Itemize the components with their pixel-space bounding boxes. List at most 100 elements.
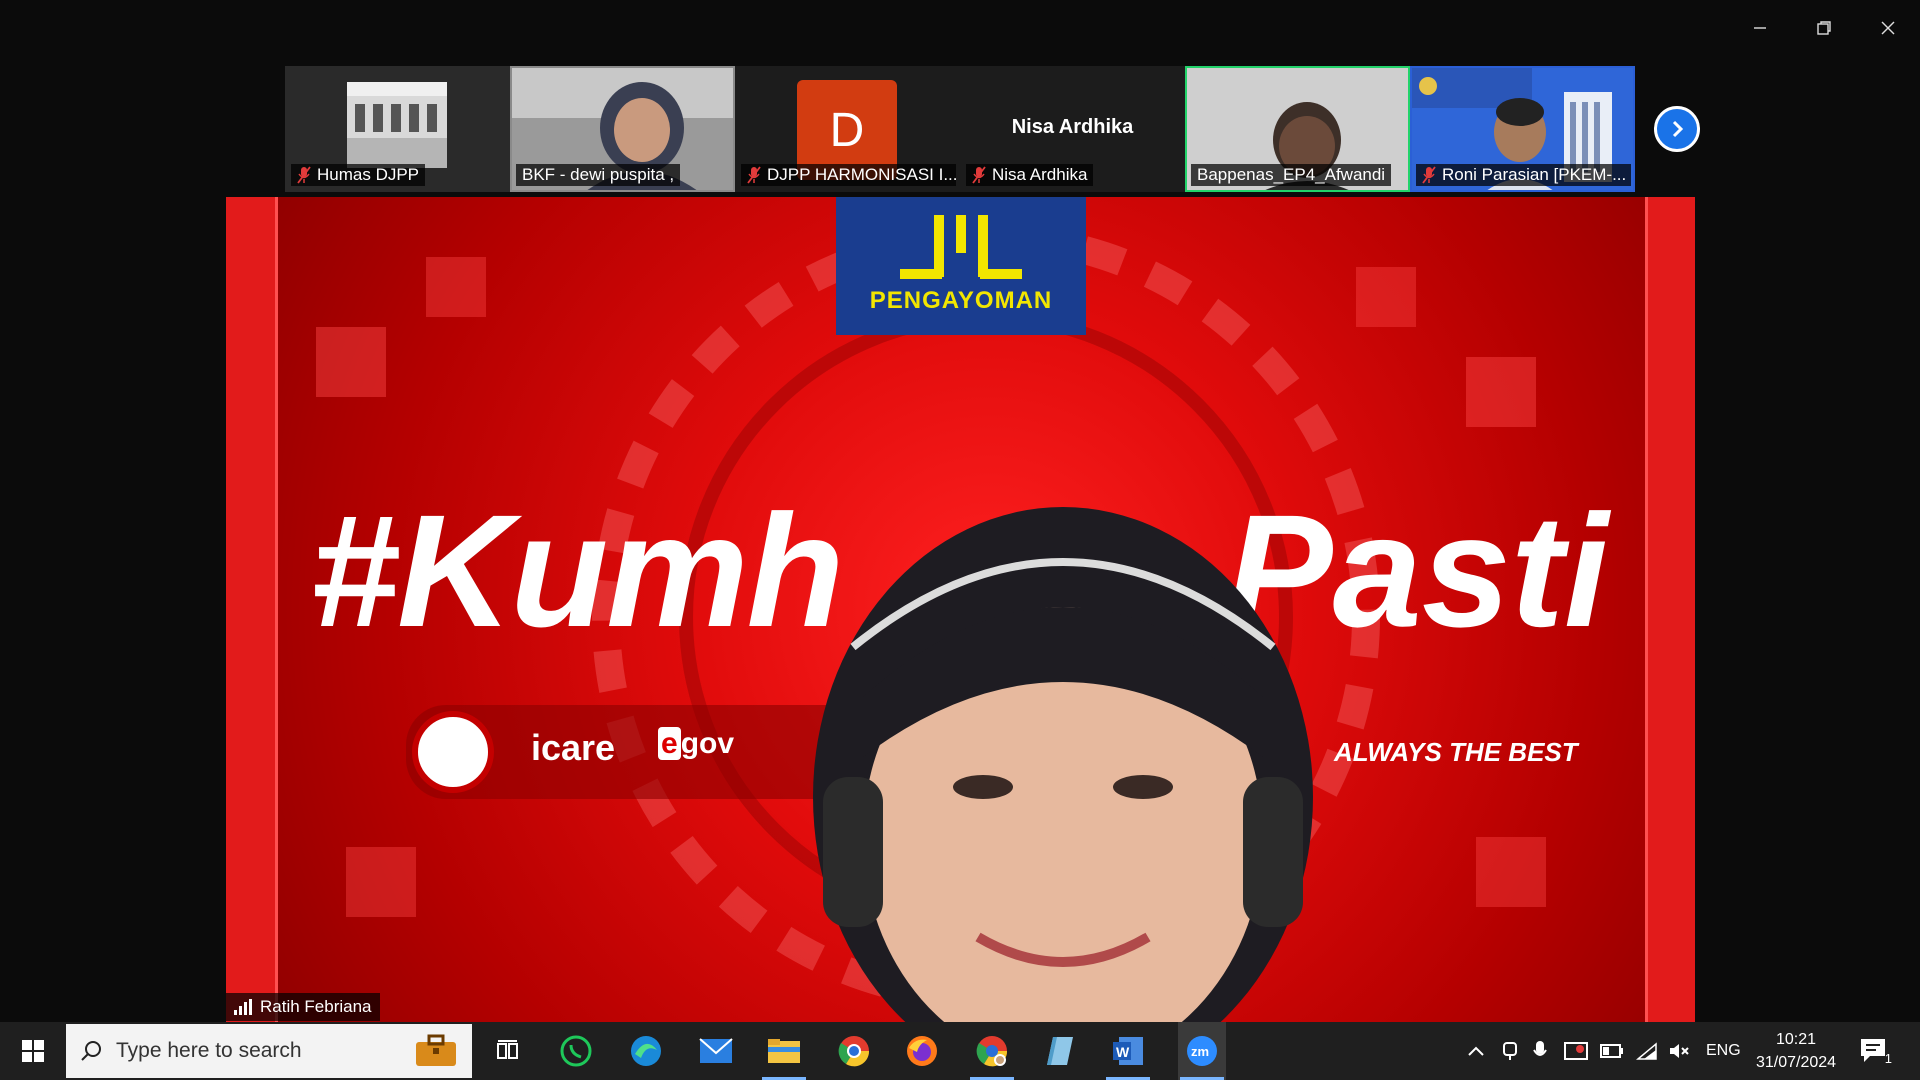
participant-tile[interactable]: D DJPP HARMONISASI I...: [735, 66, 960, 192]
tray-microphone-button[interactable]: [1532, 1022, 1548, 1080]
svg-text:W: W: [1116, 1044, 1130, 1060]
word-icon: W: [1113, 1037, 1143, 1065]
notes-app-icon: [1047, 1037, 1073, 1065]
wifi-icon: [1636, 1042, 1657, 1060]
participant-name: Bappenas_EP4_Afwandi: [1197, 165, 1386, 184]
slide-frame-left: [226, 197, 278, 1022]
mic-muted-icon: [297, 166, 311, 184]
pengayoman-logo: PENGAYOMAN: [836, 197, 1086, 335]
camera-icon: [1503, 1042, 1517, 1060]
participant-name: Roni Parasian [PKEM-...: [1442, 165, 1627, 184]
chevron-up-icon: [1468, 1046, 1484, 1056]
taskbar-clock[interactable]: 10:21 31/07/2024: [1740, 1028, 1852, 1074]
restore-button[interactable]: [1792, 10, 1856, 46]
zoom-window: Humas DJPP BKF - dewi puspita , D DJPP H…: [0, 0, 1920, 1022]
participant-label: BKF - dewi puspita ,: [516, 164, 681, 186]
speaker-person: [813, 507, 1313, 1022]
participant-name: Nisa Ardhika: [992, 165, 1088, 184]
restore-icon: [1817, 21, 1831, 35]
whatsapp-icon: [560, 1035, 592, 1067]
participant-tile[interactable]: BKF - dewi puspita ,: [510, 66, 735, 192]
battery-icon: [1600, 1044, 1623, 1058]
search-icon: [81, 1041, 101, 1061]
taskbar-app-chrome-profile[interactable]: [970, 1031, 1014, 1080]
tray-language-button[interactable]: ENG: [1706, 1022, 1741, 1080]
chrome-icon: [838, 1036, 870, 1067]
brand-egov: e gov: [658, 727, 734, 761]
taskbar-app-whatsapp[interactable]: [556, 1031, 596, 1071]
volume-muted-icon: [1670, 1044, 1689, 1058]
taskbar-app-edge[interactable]: [626, 1031, 666, 1071]
window-controls: [1728, 10, 1920, 46]
participant-tile-active-speaker[interactable]: Bappenas_EP4_Afwandi: [1185, 66, 1410, 192]
edge-icon: [631, 1036, 661, 1066]
chrome-profile-icon: [976, 1036, 1008, 1067]
speaker-name: Ratih Febriana: [260, 997, 372, 1016]
clock-date: 31/07/2024: [1755, 1054, 1837, 1071]
windows-icon: [22, 1040, 44, 1062]
main-speaker-video: PENGAYOMAN #Kumh Pasti icare e gov ALWAYS…: [226, 197, 1695, 1022]
participant-tile[interactable]: Humas DJPP: [285, 66, 510, 192]
logo-text: PENGAYOMAN: [869, 287, 1053, 314]
taskbar-app-file-explorer[interactable]: [762, 1031, 806, 1080]
participant-name: DJPP HARMONISASI I...: [767, 165, 956, 184]
task-view-icon: [497, 1040, 518, 1059]
ministry-seal-icon: [412, 711, 494, 793]
tray-meet-button[interactable]: [1564, 1022, 1588, 1080]
taskbar-app-mail[interactable]: [696, 1031, 736, 1071]
taskbar-app-word[interactable]: W: [1106, 1031, 1150, 1080]
participant-tile[interactable]: Nisa Ardhika Nisa Ardhika: [960, 66, 1185, 192]
participant-name: Humas DJPP: [317, 165, 420, 184]
brand-icare: icare: [531, 727, 616, 768]
participant-strip: Humas DJPP BKF - dewi puspita , D DJPP H…: [285, 66, 1635, 192]
firefox-icon: [907, 1036, 937, 1066]
participant-label: Humas DJPP: [291, 164, 426, 186]
microphone-icon: [1533, 1041, 1547, 1056]
search-placeholder: Type here to search: [116, 1039, 302, 1062]
tray-network-button[interactable]: [1636, 1022, 1658, 1080]
mic-muted-icon: [972, 166, 986, 184]
meet-now-icon: [1564, 1042, 1588, 1060]
chevron-right-icon: [1672, 120, 1684, 138]
taskbar-app-firefox[interactable]: [902, 1031, 942, 1071]
mail-icon: [699, 1038, 733, 1063]
participant-center-name: Nisa Ardhika: [1011, 116, 1134, 138]
participant-label: Roni Parasian [PKEM-...: [1416, 164, 1631, 186]
taskbar-app-chrome[interactable]: [834, 1031, 874, 1071]
participant-label: Nisa Ardhika: [966, 164, 1094, 186]
mic-muted-icon: [1422, 166, 1436, 184]
next-participants-button[interactable]: [1654, 106, 1700, 152]
taskbar-search[interactable]: Type here to search: [66, 1024, 472, 1078]
close-button[interactable]: [1856, 10, 1920, 46]
taskbar: Type here to search W zm ENG 10:21 31/07…: [0, 1022, 1920, 1080]
mic-muted-icon: [747, 166, 761, 184]
taskbar-app-zoom[interactable]: zm: [1178, 1022, 1226, 1080]
speaker-name-tag: Ratih Febriana: [226, 993, 380, 1021]
minimize-icon: [1754, 27, 1766, 29]
pengayoman-emblem-icon: [900, 215, 1022, 279]
zoom-icon: zm: [1187, 1036, 1217, 1066]
notification-count: 1: [1884, 1051, 1892, 1066]
taskbar-app-notes[interactable]: [1040, 1031, 1080, 1071]
notification-center-button[interactable]: 1: [1858, 1036, 1892, 1066]
participant-name: BKF - dewi puspita ,: [522, 165, 675, 184]
participant-label: Bappenas_EP4_Afwandi: [1191, 164, 1392, 186]
minimize-button[interactable]: [1728, 10, 1792, 46]
tray-battery-button[interactable]: [1600, 1022, 1624, 1080]
participant-label: DJPP HARMONISASI I...: [741, 164, 956, 186]
slide-hashtag-left: #Kumh: [310, 481, 844, 660]
briefcase-icon: [416, 1034, 456, 1066]
connection-signal-icon: [234, 999, 252, 1015]
tray-volume-button[interactable]: [1668, 1022, 1690, 1080]
svg-text:zm: zm: [1191, 1044, 1209, 1059]
close-icon: [1881, 21, 1895, 35]
slide-frame-right: [1645, 197, 1695, 1022]
tray-overflow-button[interactable]: [1466, 1022, 1486, 1080]
brand-always-the-best: ALWAYS THE BEST: [1334, 737, 1578, 767]
task-view-button[interactable]: [488, 1031, 528, 1071]
folder-icon: [768, 1039, 800, 1063]
participant-tile[interactable]: Roni Parasian [PKEM-...: [1410, 66, 1635, 192]
start-button[interactable]: [0, 1022, 66, 1080]
tray-camera-button[interactable]: [1500, 1022, 1520, 1080]
language-indicator: ENG: [1706, 1042, 1741, 1059]
